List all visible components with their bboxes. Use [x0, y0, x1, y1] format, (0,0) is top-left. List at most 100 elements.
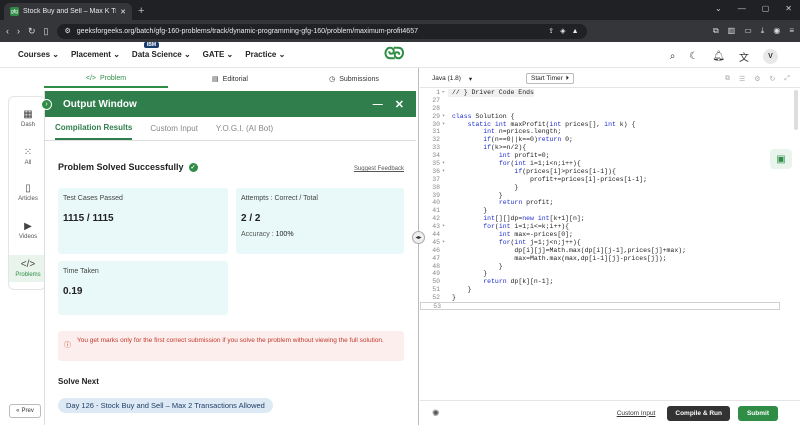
tab-yogi-ai-bot[interactable]: Y.O.G.I. (AI Bot) [216, 117, 273, 140]
close-icon[interactable]: ✕ [395, 98, 404, 111]
extension-icon[interactable]: ⧉ [713, 26, 719, 36]
chevron-right-icon[interactable]: › [41, 99, 52, 110]
grid-icon: ⁙ [23, 147, 33, 158]
code-line[interactable]: 46 dp[i][j]=Math.max(dp[i][j-1],prices[j… [420, 247, 780, 255]
code-line[interactable]: 44 int max=-prices[0]; [420, 231, 780, 239]
editor-scrollbar[interactable] [794, 90, 798, 130]
sidebar-item-videos[interactable]: ▶ Videos [9, 221, 47, 240]
line-number: 49 [432, 270, 440, 278]
tab-list-icon[interactable]: ⌄ [715, 4, 722, 13]
site-info-icon[interactable]: ⚙ [65, 27, 71, 35]
menu-gate[interactable]: GATE ⌄ [203, 50, 234, 59]
code-line[interactable]: 1 ▸// } Driver Code Ends [420, 89, 780, 97]
minimize-icon[interactable]: — [738, 4, 746, 13]
code-line[interactable]: 35 ▾ for(int i=1;i<n;i++){ [420, 160, 780, 168]
maximize-icon[interactable]: ▢ [762, 4, 770, 13]
menu-practice[interactable]: Practice ⌄ [245, 50, 285, 59]
chat-icon[interactable]: ▣ [770, 149, 792, 169]
theme-toggle-icon[interactable]: ☾ [689, 51, 698, 62]
browser-tab[interactable]: gfg Stock Buy and Sell – Max K Tra ✕ [4, 3, 132, 20]
code-line[interactable]: 51 } [420, 286, 780, 294]
custom-input-link[interactable]: Custom Input [617, 410, 656, 417]
code-editor[interactable]: 1 ▸// } Driver Code Ends 27 28 29 ▾ class Solu… [420, 89, 780, 323]
prev-button[interactable]: «Prev [9, 404, 41, 418]
gfg-logo[interactable]: ᘓᘐ [384, 46, 404, 64]
code-line[interactable]: 41 } [420, 207, 780, 215]
search-icon[interactable]: ⌕ [670, 51, 676, 62]
minimize-icon[interactable]: — [373, 99, 383, 110]
bookmark-icon[interactable]: ▯ [44, 26, 49, 37]
share-icon[interactable]: ⇪ [548, 27, 554, 35]
settings-icon[interactable]: ⚙ [754, 75, 760, 83]
submit-button[interactable]: Submit [737, 405, 778, 421]
code-line[interactable]: 45 ▾ for(int j=1;j<n;j++){ [420, 239, 780, 247]
forward-icon[interactable]: › [17, 26, 20, 36]
avatar[interactable]: V [763, 49, 778, 64]
menu-courses[interactable]: Courses ⌄ [18, 50, 59, 59]
code-line[interactable]: 34 int profit=0; [420, 152, 780, 160]
reset-icon[interactable]: ↻ [770, 75, 776, 83]
sidebar-item-all[interactable]: ⁙ All [9, 147, 47, 166]
tab-problem[interactable]: </> Problem [44, 70, 168, 88]
close-tab-icon[interactable]: ✕ [120, 8, 126, 16]
code-line[interactable]: 38 } [420, 184, 780, 192]
code-line[interactable]: 30 ▾ static int maxProfit(int prices[], i… [420, 121, 780, 129]
code-line[interactable]: 27 [420, 97, 780, 105]
window-controls: ⌄ — ▢ ✕ [715, 4, 792, 13]
tab-submissions[interactable]: ◷ Submissions [292, 70, 416, 88]
code-line[interactable]: 42 int[][]dp=new int[k+1][n]; [420, 215, 780, 223]
address-bar[interactable]: ⚙ geeksforgeeks.org/batch/gfg-160-proble… [56, 23, 587, 39]
caret-down-icon: ▾ [468, 75, 473, 83]
code-line[interactable]: 52} [420, 294, 780, 302]
new-tab-button[interactable]: + [138, 5, 144, 17]
reload-icon[interactable]: ↻ [28, 26, 36, 37]
code-line[interactable]: 36 ▾ if(prices[i]>prices[i-1]){ [420, 168, 780, 176]
start-timer-button[interactable]: Start Timer ⏵ [526, 73, 575, 84]
notification-bell-icon[interactable]: 🔔︎ [712, 51, 725, 62]
code-line[interactable]: 40 return profit; [420, 199, 780, 207]
vpn-icon[interactable]: ◉ [773, 26, 780, 36]
fullscreen-icon[interactable]: ⤢ [784, 75, 790, 83]
rewards-icon[interactable]: ▲ [572, 28, 579, 35]
menu-data-science[interactable]: IBM Data Science ⌄ [132, 42, 191, 59]
code-line[interactable]: 49 } [420, 270, 780, 278]
suggest-feedback-link[interactable]: Suggest Feedback [354, 166, 404, 172]
code-line[interactable]: 47 max=Math.max(max,dp[i-1][j]-prices[j]… [420, 255, 780, 263]
lightbulb-icon[interactable]: ✺ [432, 408, 440, 419]
compile-run-button[interactable]: Compile & Run [667, 405, 730, 421]
code-text: if(n==0||k==0)return 0; [483, 136, 573, 144]
close-window-icon[interactable]: ✕ [785, 4, 792, 13]
code-text: } [452, 270, 488, 278]
download-icon[interactable]: ⤓ [761, 26, 765, 36]
code-line[interactable]: 33 if(k>=n/2){ [420, 144, 780, 152]
code-line[interactable]: 39 } [420, 192, 780, 200]
sidebar-item-problems[interactable]: </> Problems [9, 255, 47, 282]
sidebar-item-dash[interactable]: ▦ Dash [9, 109, 47, 128]
tab-compilation-results[interactable]: Compilation Results [55, 117, 133, 140]
code-line[interactable]: 28 [420, 105, 780, 113]
next-problem-link[interactable]: Day 126 - Stock Buy and Sell – Max 2 Tra… [58, 398, 273, 413]
code-line[interactable]: 50 return dp[k][n-1]; [420, 278, 780, 286]
code-text: for(int i=1;i<=k;i++){ [483, 223, 570, 231]
sidebar-icon[interactable]: ▥ [728, 26, 736, 36]
code-line[interactable]: 37 profit+=prices[i]-prices[i-1]; [420, 176, 780, 184]
menu-placement[interactable]: Placement ⌄ [71, 50, 120, 59]
format-icon[interactable]: ☰ [739, 75, 745, 83]
code-line[interactable]: 29 ▾ class Solution { [420, 113, 780, 121]
line-number: 1 [436, 89, 440, 96]
copy-icon[interactable]: ⧉ [725, 75, 730, 83]
wallet-icon[interactable]: ▭ [744, 26, 752, 36]
tab-editorial[interactable]: ▤ Editorial [168, 70, 292, 88]
sidebar-item-articles[interactable]: ▯ Articles [9, 183, 47, 202]
translate-icon[interactable]: 文 [739, 49, 749, 64]
back-icon[interactable]: ‹ [6, 26, 9, 36]
code-line[interactable]: 48 } [420, 263, 780, 271]
code-line[interactable]: 32 if(n==0||k==0)return 0; [420, 136, 780, 144]
code-line[interactable]: 31 int n=prices.length; [420, 128, 780, 136]
tab-custom-input[interactable]: Custom Input [150, 117, 198, 140]
code-line[interactable]: 53 [420, 302, 780, 310]
language-select[interactable]: Java (1.8) ▾ [432, 75, 490, 83]
code-line[interactable]: 43 ▾ for(int i=1;i<=k;i++){ [420, 223, 780, 231]
menu-icon[interactable]: ≡ [789, 26, 794, 36]
brave-shield-icon[interactable]: ◈ [560, 27, 565, 35]
